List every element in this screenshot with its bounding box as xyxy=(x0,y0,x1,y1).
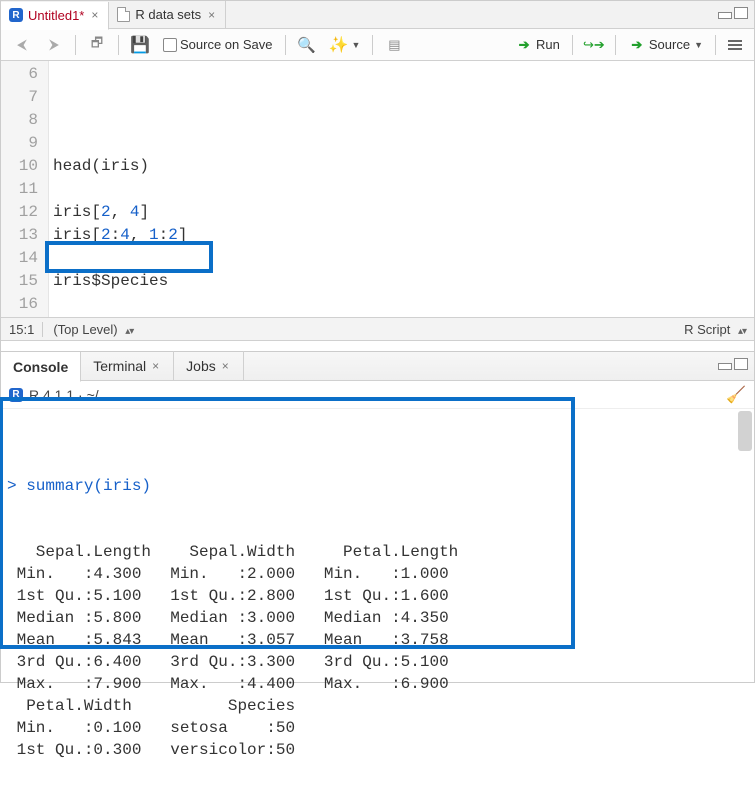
tab-label: Console xyxy=(13,359,68,375)
close-icon[interactable]: × xyxy=(150,359,161,373)
language-label: R Script xyxy=(684,322,730,337)
find-button[interactable]: 🔍 xyxy=(294,34,320,56)
maximize-pane-icon[interactable] xyxy=(734,7,748,19)
source-button[interactable]: ➔ Source ▼ xyxy=(624,34,707,56)
minimize-pane-icon[interactable] xyxy=(718,12,732,19)
close-icon[interactable]: × xyxy=(89,8,100,22)
tab-jobs[interactable]: Jobs × xyxy=(174,351,244,381)
console-version: R 4.1.1 · ~/ xyxy=(29,387,99,403)
run-button[interactable]: ➔ Run xyxy=(511,34,564,56)
back-button[interactable]: ⮜ xyxy=(9,34,35,56)
caret-down-icon: ▼ xyxy=(352,40,361,50)
r-icon: R xyxy=(9,388,23,402)
pane-window-controls xyxy=(718,358,748,370)
language-picker[interactable]: R Script ▴▾ xyxy=(684,322,746,337)
line-number-gutter: 678910111213141516 xyxy=(1,61,49,317)
console-tab-strip: Console Terminal × Jobs × xyxy=(1,351,754,381)
tab-label: Terminal xyxy=(93,358,146,374)
prompt: > xyxy=(7,477,26,495)
console-text: Sepal.Length Sepal.Width Petal.Length Mi… xyxy=(7,541,754,761)
save-icon: 💾 xyxy=(131,36,149,54)
tab-label: Jobs xyxy=(186,358,216,374)
editor-toolbar: ⮜ ⮞ 🗗 💾 Source on Save 🔍 ✨▼ ▤ ➔ Run ↪➔ ➔… xyxy=(1,29,754,61)
outline-button[interactable]: ▤ xyxy=(381,34,407,56)
r-file-icon: R xyxy=(9,8,23,22)
maximize-pane-icon[interactable] xyxy=(734,358,748,370)
file-tab-datasets[interactable]: R data sets × xyxy=(109,1,226,29)
tab-label: Untitled1* xyxy=(28,8,84,23)
updown-icon: ▴▾ xyxy=(125,326,133,337)
console-command: summary(iris) xyxy=(26,477,151,495)
close-icon[interactable]: × xyxy=(206,8,217,22)
code-area[interactable]: head(iris) iris[2, 4]iris[2:4, 1:2] iris… xyxy=(49,61,754,317)
popout-icon: 🗗 xyxy=(88,36,106,54)
source-label: Source xyxy=(649,37,690,52)
wand-icon: ✨ xyxy=(330,36,348,54)
tab-console[interactable]: Console xyxy=(1,352,81,382)
document-icon xyxy=(117,7,130,22)
save-button[interactable]: 💾 xyxy=(127,34,153,56)
updown-icon: ▴▾ xyxy=(738,326,746,337)
popout-button[interactable]: 🗗 xyxy=(84,34,110,56)
clear-console-button[interactable]: 🧹 xyxy=(726,385,746,405)
forward-button[interactable]: ⮞ xyxy=(41,34,67,56)
rerun-icon: ↪➔ xyxy=(585,36,603,54)
console-header: R R 4.1.1 · ~/ 🧹 xyxy=(1,381,754,409)
caret-down-icon: ▼ xyxy=(694,40,703,50)
source-on-save-label: Source on Save xyxy=(180,37,273,52)
notebook-icon: ▤ xyxy=(385,36,403,54)
minimize-pane-icon[interactable] xyxy=(718,363,732,370)
source-arrow-icon: ➔ xyxy=(628,36,646,54)
scrollbar-vertical[interactable] xyxy=(738,411,752,451)
arrow-left-icon: ⮜ xyxy=(13,36,31,54)
arrow-right-icon: ⮞ xyxy=(45,36,63,54)
editor-status-bar: 15:1 (Top Level) ▴▾ R Script ▴▾ xyxy=(1,317,754,341)
pane-window-controls xyxy=(718,7,748,19)
tab-terminal[interactable]: Terminal × xyxy=(81,351,174,381)
more-button[interactable] xyxy=(724,36,746,54)
close-icon[interactable]: × xyxy=(220,359,231,373)
cursor-position: 15:1 xyxy=(9,322,34,337)
code-tools-button[interactable]: ✨▼ xyxy=(326,34,365,56)
file-tab-untitled[interactable]: R Untitled1* × xyxy=(1,2,109,30)
console-output[interactable]: > summary(iris) Sepal.Length Sepal.Width… xyxy=(1,409,754,649)
source-on-save-toggle[interactable]: Source on Save xyxy=(159,35,277,54)
checkbox-icon xyxy=(163,38,177,52)
scope-label: (Top Level) xyxy=(53,322,117,337)
tab-label: R data sets xyxy=(135,7,201,22)
file-tab-strip: R Untitled1* × R data sets × xyxy=(1,1,754,29)
code-editor[interactable]: 678910111213141516 head(iris) iris[2, 4]… xyxy=(1,61,754,317)
hamburger-icon xyxy=(728,38,742,52)
scope-picker[interactable]: (Top Level) ▴▾ xyxy=(42,322,133,337)
run-arrow-icon: ➔ xyxy=(515,36,533,54)
rerun-button[interactable]: ↪➔ xyxy=(581,34,607,56)
run-label: Run xyxy=(536,37,560,52)
search-icon: 🔍 xyxy=(298,36,316,54)
